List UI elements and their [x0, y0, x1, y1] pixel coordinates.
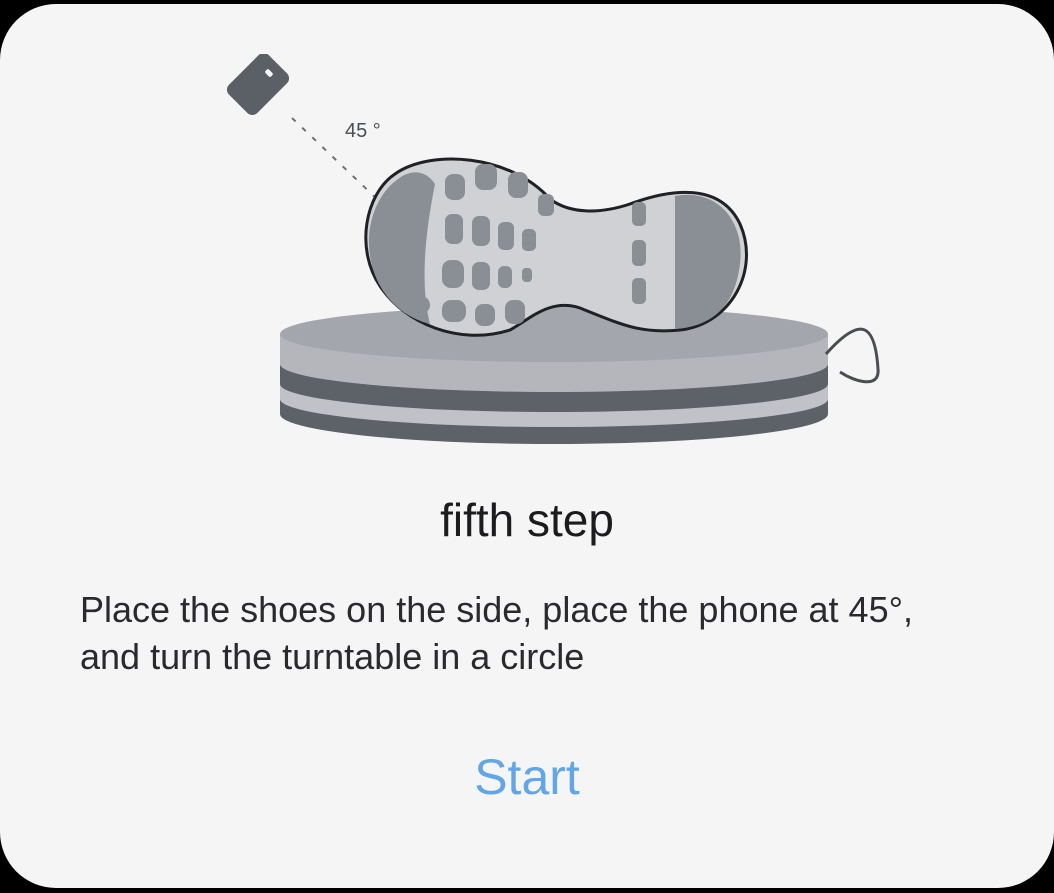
- turntable-shoe-illustration: 45 °: [226, 54, 880, 444]
- step-title: fifth step: [440, 494, 614, 546]
- turntable: [280, 306, 880, 444]
- angle-label: 45 °: [345, 120, 381, 142]
- instruction-dialog: 45 ° fifth step Place the shoes on the s…: [0, 4, 1054, 888]
- start-button[interactable]: Start: [427, 742, 627, 812]
- step-description: Place the shoes on the side, place the p…: [80, 589, 913, 677]
- phone-icon: [226, 54, 290, 116]
